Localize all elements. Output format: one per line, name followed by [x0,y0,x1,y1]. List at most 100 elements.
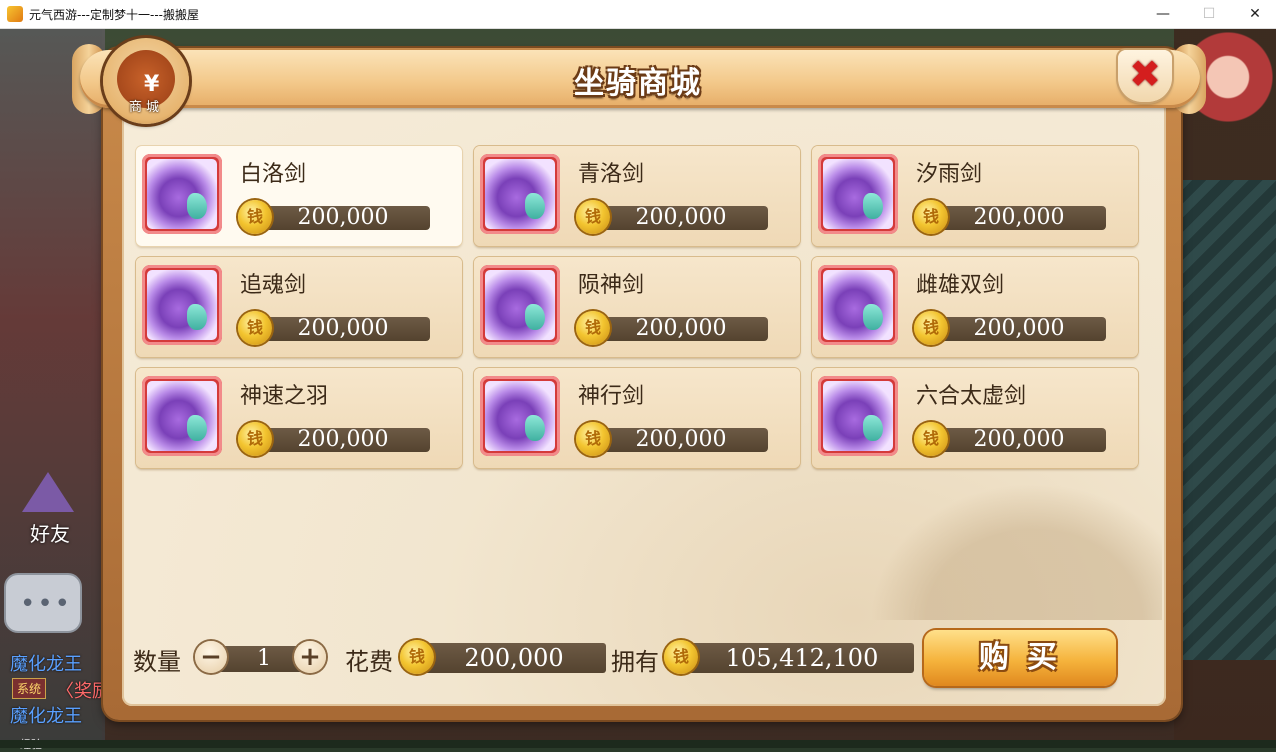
item-icon-frame [480,154,560,234]
item-name: 白洛剑 [240,162,307,187]
scene-roof [1178,180,1276,660]
window-titlebar: 元气西游---定制梦十一---搬搬屋 — ☐ ✕ [0,0,1276,29]
item-name: 陨神剑 [578,273,645,298]
mountain-decoration [842,460,1162,620]
maximize-button[interactable]: ☐ [1186,0,1232,28]
shop-item-card[interactable]: 追魂剑 200,000 [136,257,462,357]
increase-quantity-button[interactable]: + [294,641,326,673]
item-price: 200,000 [635,427,727,452]
friends-label: 好友 [30,522,70,546]
coin-icon [664,640,698,674]
item-icon-frame [142,154,222,234]
shop-item-card[interactable]: 白洛剑 200,000 [136,146,462,246]
pouch-icon [147,381,217,451]
chat-button[interactable]: ••• [4,573,82,633]
item-name: 六合太虚剑 [916,384,1027,409]
item-name: 汐雨剑 [916,162,983,187]
window-title: 元气西游---定制梦十一---搬搬屋 [29,8,199,22]
system-message: 〈奖励 [56,681,110,702]
item-price: 200,000 [973,316,1065,341]
friends-button[interactable]: 好友 [8,470,88,546]
item-name: 神行剑 [578,384,645,409]
coin-icon [576,200,610,234]
pouch-icon [485,159,555,229]
item-icon-frame [818,154,898,234]
shop-item-card[interactable]: 青洛剑 200,000 [474,146,800,246]
chat-bubble-icon: ••• [20,589,73,619]
pouch-icon [147,270,217,340]
shop-item-card[interactable]: 六合太虚剑 200,000 [812,368,1138,468]
coin-icon [238,422,272,456]
item-icon-frame [480,265,560,345]
item-name: 雌雄双剑 [916,273,1005,298]
item-icon-frame [818,265,898,345]
pouch-icon [485,381,555,451]
pouch-icon [823,381,893,451]
item-price: 200,000 [635,316,727,341]
coin-icon [914,200,948,234]
coin-icon [914,422,948,456]
shop-badge-label: 商城 [128,100,163,115]
pouch-icon [147,159,217,229]
cost-value: 200,000 [464,644,564,672]
item-price: 200,000 [973,427,1065,452]
item-name: 神速之羽 [240,384,329,409]
item-icon-frame [142,376,222,456]
bottom-status-bar [0,740,1276,748]
coin-icon [400,640,434,674]
close-icon: ✖ [1129,52,1161,96]
minimize-button[interactable]: — [1140,0,1186,28]
app-icon [7,6,23,22]
item-price: 200,000 [297,316,389,341]
item-price-bar: 200,000 [256,206,430,230]
shop-badge: ¥ 商城 [103,38,189,124]
pouch-icon [823,270,893,340]
item-name: 青洛剑 [578,162,645,187]
owned-value: 105,412,100 [725,644,879,672]
item-icon-frame [818,376,898,456]
owned-field: 105,412,100 [680,643,914,673]
coin-icon [238,311,272,345]
item-price-bar: 200,000 [932,428,1106,452]
cost-field: 200,000 [416,643,606,673]
item-grid: 白洛剑 200,000 青洛剑 200,000 汐雨剑 200,000 追魂剑 200,000… [136,146,1140,470]
buy-button-label: 购买 [979,640,1075,675]
chat-message: 魔化龙王 [10,654,82,675]
item-icon-frame [142,265,222,345]
item-price-bar: 200,000 [256,428,430,452]
coin-icon [914,311,948,345]
scene-left-area [0,29,105,748]
item-price-bar: 200,000 [594,317,768,341]
system-tag: 系统 [12,678,47,699]
item-price-bar: 200,000 [594,206,768,230]
chat-message: 魔化龙王 [10,706,82,727]
owned-label: 拥有 [611,648,659,676]
shop-item-card[interactable]: 神速之羽 200,000 [136,368,462,468]
item-price: 200,000 [297,205,389,230]
coin-icon [576,311,610,345]
buy-button[interactable]: 购买 [924,630,1116,686]
coin-icon [238,200,272,234]
item-price-bar: 200,000 [256,317,430,341]
pouch-icon [485,270,555,340]
item-icon-frame [480,376,560,456]
item-price-bar: 200,000 [932,317,1106,341]
item-name: 追魂剑 [240,273,307,298]
decrease-quantity-button[interactable]: − [195,641,227,673]
shop-item-card[interactable]: 雌雄双剑 200,000 [812,257,1138,357]
item-price-bar: 200,000 [932,206,1106,230]
pouch-icon [823,159,893,229]
window-close-button[interactable]: ✕ [1232,0,1276,28]
quantity-label: 数量 [133,648,181,676]
cost-label: 花费 [345,648,393,676]
item-price-bar: 200,000 [594,428,768,452]
item-price: 200,000 [973,205,1065,230]
shop-item-card[interactable]: 神行剑 200,000 [474,368,800,468]
close-button[interactable]: ✖ [1118,50,1172,102]
item-price: 200,000 [635,205,727,230]
shop-item-card[interactable]: 汐雨剑 200,000 [812,146,1138,246]
coin-icon [576,422,610,456]
shop-item-card[interactable]: 陨神剑 200,000 [474,257,800,357]
panel-title: 坐骑商城 [574,66,702,101]
friends-icon [22,472,74,512]
